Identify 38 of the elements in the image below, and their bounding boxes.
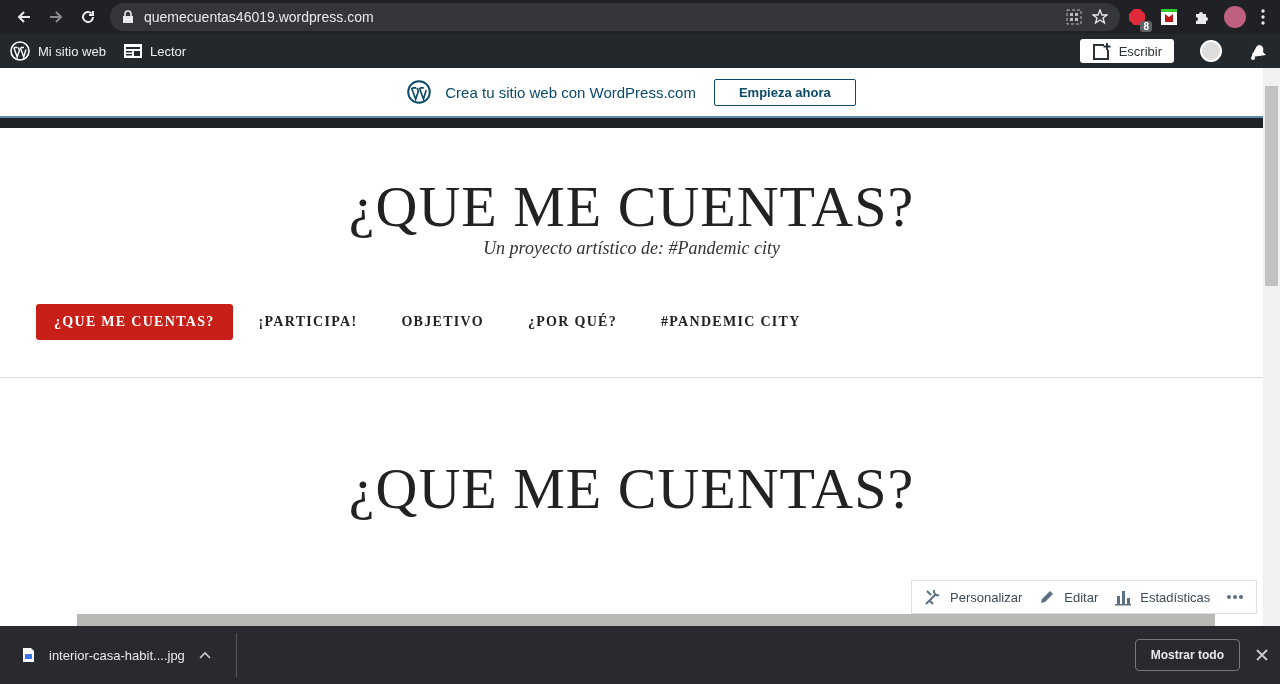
bar-chart-icon: [1114, 588, 1133, 606]
address-bar[interactable]: quemecuentas46019.wordpress.com: [110, 3, 1120, 31]
qr-code-icon: [1066, 9, 1082, 25]
promo-text: Crea tu sitio web con WordPress.com: [445, 83, 696, 101]
tools-icon: [924, 588, 942, 606]
start-button[interactable]: Empieza ahora: [713, 78, 856, 106]
image-file-icon: [22, 647, 35, 663]
reload-icon[interactable]: [79, 8, 97, 26]
more-menu-icon: [1260, 8, 1266, 26]
toolbar-item[interactable]: Editar: [1038, 588, 1099, 606]
user-avatar[interactable]: [1200, 40, 1222, 62]
write-button[interactable]: Escribir: [1079, 39, 1174, 63]
scrollbar[interactable]: [1263, 68, 1280, 626]
admin-bar-item[interactable]: Mi sitio web: [10, 41, 106, 61]
newspaper-icon: [123, 43, 142, 59]
stop-sign-icon: [1128, 8, 1146, 26]
download-item[interactable]: interior-casa-habit....jpg: [22, 633, 237, 677]
lock-icon: [122, 10, 134, 24]
new-post-icon: [1091, 42, 1111, 60]
nav-link[interactable]: #PANDEMIC CITY: [643, 304, 819, 340]
admin-bar-item[interactable]: Lector: [123, 43, 187, 59]
nav-link[interactable]: ¡PARTICIPA!: [240, 304, 376, 340]
more-icon: [1226, 594, 1245, 600]
nav-link[interactable]: ¿QUE ME CUENTAS?: [36, 304, 233, 340]
star-icon: [1092, 9, 1108, 25]
wordpress-logo-icon: [407, 80, 432, 104]
nav-link[interactable]: ¿POR QUÉ?: [509, 304, 635, 340]
toolbar-item[interactable]: Personalizar: [924, 588, 1023, 606]
extension-badge: 8: [1140, 21, 1152, 32]
nav-link[interactable]: OBJETIVO: [383, 304, 502, 340]
wordpress-logo-icon: [10, 41, 30, 61]
toolbar-item[interactable]: Estadísticas: [1114, 588, 1211, 606]
url-text: quemecuentas46019.wordpress.com: [144, 9, 375, 25]
page-title: ¿QUE ME CUENTAS?: [347, 455, 916, 523]
close-icon: [1256, 649, 1268, 661]
caret-up-icon: [198, 650, 211, 660]
show-all-button[interactable]: Mostrar todo: [1134, 639, 1240, 671]
avatar[interactable]: [1224, 6, 1246, 28]
